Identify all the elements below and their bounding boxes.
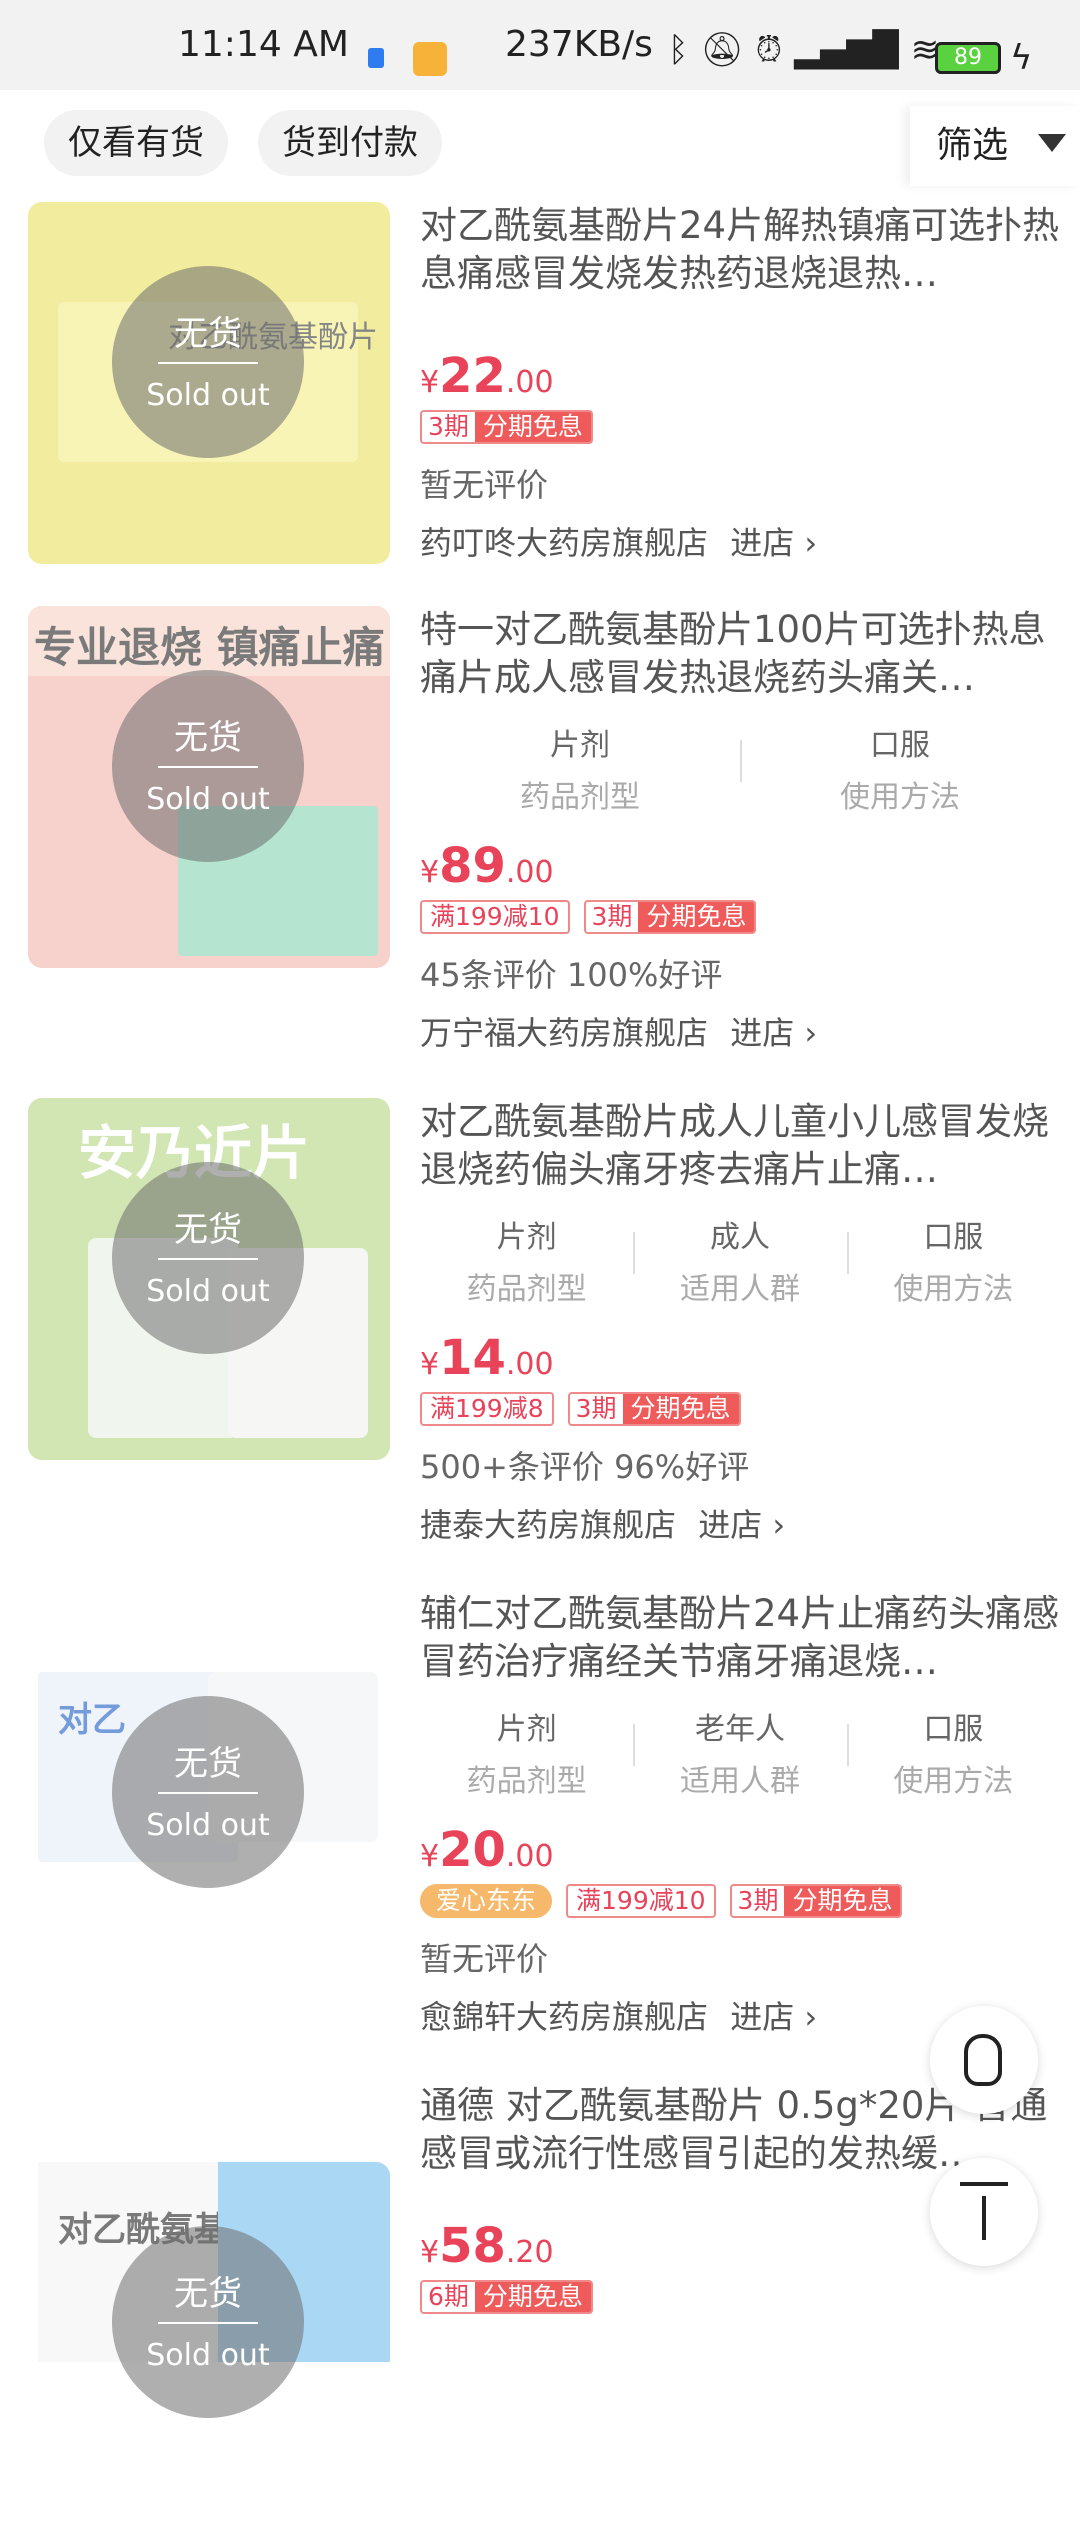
in-stock-only-chip[interactable]: 仅看有货 bbox=[44, 110, 228, 176]
sold-out-en: Sold out bbox=[146, 2338, 270, 2373]
app-notification-icon bbox=[368, 48, 384, 68]
spec-row: 片剂 药品剂型 口服 使用方法 bbox=[420, 720, 1060, 816]
spec-dosage-form: 片剂 药品剂型 bbox=[466, 1220, 587, 1307]
sold-out-en: Sold out bbox=[146, 782, 270, 817]
sold-out-cn: 无货 bbox=[174, 314, 242, 354]
discount-tag: 满199减10 bbox=[566, 1884, 716, 1918]
discount-tag: 满199减8 bbox=[420, 1392, 554, 1426]
mute-icon: 🔕︎ bbox=[700, 30, 744, 70]
sold-out-badge: 无货 Sold out bbox=[112, 670, 304, 862]
filter-label: 筛选 bbox=[936, 125, 1009, 166]
cash-on-delivery-chip[interactable]: 货到付款 bbox=[258, 110, 442, 176]
installment-tag: 6期 分期免息 bbox=[420, 2280, 593, 2314]
network-speed: 237KB/s bbox=[505, 24, 653, 65]
shop-link[interactable]: 万宁福大药房旗舰店 进店 › bbox=[420, 1008, 1060, 1054]
review-summary: 暂无评价 bbox=[420, 466, 549, 504]
product-image[interactable]: 对乙 无货 Sold out bbox=[28, 1632, 390, 1994]
review-summary: 45条评价 100%好评 bbox=[420, 956, 723, 994]
arrow-up-icon bbox=[956, 2182, 1012, 2242]
battery-icon: 89 bbox=[935, 42, 1001, 74]
promo-tags: 爱心东东 满199减10 3期 分期免息 bbox=[420, 1884, 1060, 1918]
filter-button[interactable]: 筛选 bbox=[910, 106, 1080, 186]
shop-link[interactable]: 捷泰大药房旗舰店 进店 › bbox=[420, 1500, 1060, 1546]
sold-out-badge: 无货 Sold out bbox=[112, 266, 304, 458]
product-image[interactable]: 对乙酰氨基酚片 无货 Sold out bbox=[28, 202, 390, 564]
promo-tags: 6期 分期免息 bbox=[420, 2280, 1060, 2314]
shop-link[interactable]: 药叮咚大药房旗舰店 进店 › bbox=[420, 518, 1060, 564]
enter-store-link[interactable]: 进店 › bbox=[730, 524, 817, 562]
discount-tag: 满199减10 bbox=[420, 900, 570, 934]
installment-tag: 3期 分期免息 bbox=[567, 1392, 741, 1426]
sold-out-en: Sold out bbox=[146, 378, 270, 413]
spec-population: 老年人 适用人群 bbox=[633, 1704, 846, 1800]
review-summary: 500+条评价 96%好评 bbox=[420, 1448, 750, 1486]
funnel-icon bbox=[1038, 134, 1066, 152]
spec-usage: 口服 使用方法 bbox=[740, 720, 1060, 816]
enter-store-link[interactable]: 进店 › bbox=[698, 1506, 785, 1544]
product-price: ¥20.00 bbox=[420, 1822, 554, 1878]
footprint-icon bbox=[964, 2034, 1002, 2086]
sold-out-cn: 无货 bbox=[174, 2274, 242, 2314]
spec-row: 片剂 药品剂型 老年人 适用人群 口服 使用方法 bbox=[420, 1704, 1060, 1800]
sold-out-badge: 无货 Sold out bbox=[112, 1696, 304, 1888]
product-price: ¥22.00 bbox=[420, 348, 554, 404]
spec-row: 片剂 药品剂型 成人 适用人群 口服 使用方法 bbox=[420, 1212, 1060, 1308]
installment-tag: 3期 分期免息 bbox=[420, 410, 593, 444]
shop-name: 药叮咚大药房旗舰店 bbox=[420, 524, 709, 562]
spec-population: 成人 适用人群 bbox=[633, 1212, 846, 1308]
sold-out-en: Sold out bbox=[146, 1274, 270, 1309]
hd-signal-icon: ▂▄▆█ bbox=[794, 30, 899, 70]
sold-out-cn: 无货 bbox=[174, 1744, 242, 1784]
spec-usage: 口服 使用方法 bbox=[846, 1704, 1060, 1800]
promo-tags: 满199减8 3期 分期免息 bbox=[420, 1392, 1060, 1426]
sold-out-en: Sold out bbox=[146, 1808, 270, 1843]
product-title[interactable]: 对乙酰氨基酚片成人儿童小儿感冒发烧退烧药偏头痛牙疼去痛片止痛… bbox=[420, 1098, 1060, 1194]
sold-out-badge: 无货 Sold out bbox=[112, 2226, 304, 2418]
browsing-history-button[interactable] bbox=[930, 2006, 1038, 2114]
product-price: ¥14.00 bbox=[420, 1330, 554, 1386]
product-title[interactable]: 特一对乙酰氨基酚片100片可选扑热息痛片成人感冒发热退烧药头痛关… bbox=[420, 606, 1060, 702]
spec-dosage-form: 片剂 药品剂型 bbox=[520, 728, 640, 815]
bluetooth-icon: ᛒ bbox=[668, 30, 689, 70]
alarm-icon: ⏰︎ bbox=[755, 30, 783, 70]
status-time: 11:14 AM bbox=[178, 24, 349, 65]
spec-usage: 口服 使用方法 bbox=[846, 1212, 1060, 1308]
app-notification-icon-2 bbox=[413, 42, 447, 76]
sold-out-cn: 无货 bbox=[174, 718, 242, 758]
enter-store-link[interactable]: 进店 › bbox=[730, 1014, 817, 1052]
status-bar: 11:14 AM 237KB/s ᛒ 🔕︎ ⏰︎ ▂▄▆█ ≋ 89 ϟ bbox=[0, 0, 1080, 90]
product-image[interactable]: 安乃近片 无货 Sold out bbox=[28, 1098, 390, 1460]
shop-name: 愈錦轩大药房旗舰店 bbox=[420, 1998, 709, 2036]
sold-out-badge: 无货 Sold out bbox=[112, 1162, 304, 1354]
product-title[interactable]: 对乙酰氨基酚片24片解热镇痛可选扑热息痛感冒发烧发热药退烧退热… bbox=[420, 202, 1060, 298]
review-summary: 暂无评价 bbox=[420, 1940, 549, 1978]
back-to-top-button[interactable] bbox=[930, 2158, 1038, 2266]
filter-bar: 仅看有货 货到付款 筛选 bbox=[0, 90, 1080, 202]
promo-tags: 满199减10 3期 分期免息 bbox=[420, 900, 1060, 934]
promo-tags: 3期 分期免息 bbox=[420, 410, 1060, 444]
installment-tag: 3期 分期免息 bbox=[729, 1884, 903, 1918]
enter-store-link[interactable]: 进店 › bbox=[730, 1998, 817, 2036]
product-title[interactable]: 辅仁对乙酰氨基酚片24片止痛药头痛感冒药治疗痛经关节痛牙痛退烧… bbox=[420, 1590, 1060, 1686]
sold-out-cn: 无货 bbox=[174, 1210, 242, 1250]
charging-icon: ϟ bbox=[1010, 38, 1033, 78]
spec-dosage-form: 片剂 药品剂型 bbox=[466, 1712, 587, 1799]
product-image[interactable]: 专业退烧 镇痛止痛 无货 Sold out bbox=[28, 606, 390, 968]
product-image[interactable]: 对乙酰氨基酚片 无货 Sold out bbox=[28, 2162, 390, 2524]
shop-name: 万宁福大药房旗舰店 bbox=[420, 1014, 709, 1052]
installment-tag: 3期 分期免息 bbox=[583, 900, 757, 934]
product-price: ¥89.00 bbox=[420, 838, 554, 894]
charity-tag: 爱心东东 bbox=[420, 1884, 553, 1918]
shop-name: 捷泰大药房旗舰店 bbox=[420, 1506, 677, 1544]
